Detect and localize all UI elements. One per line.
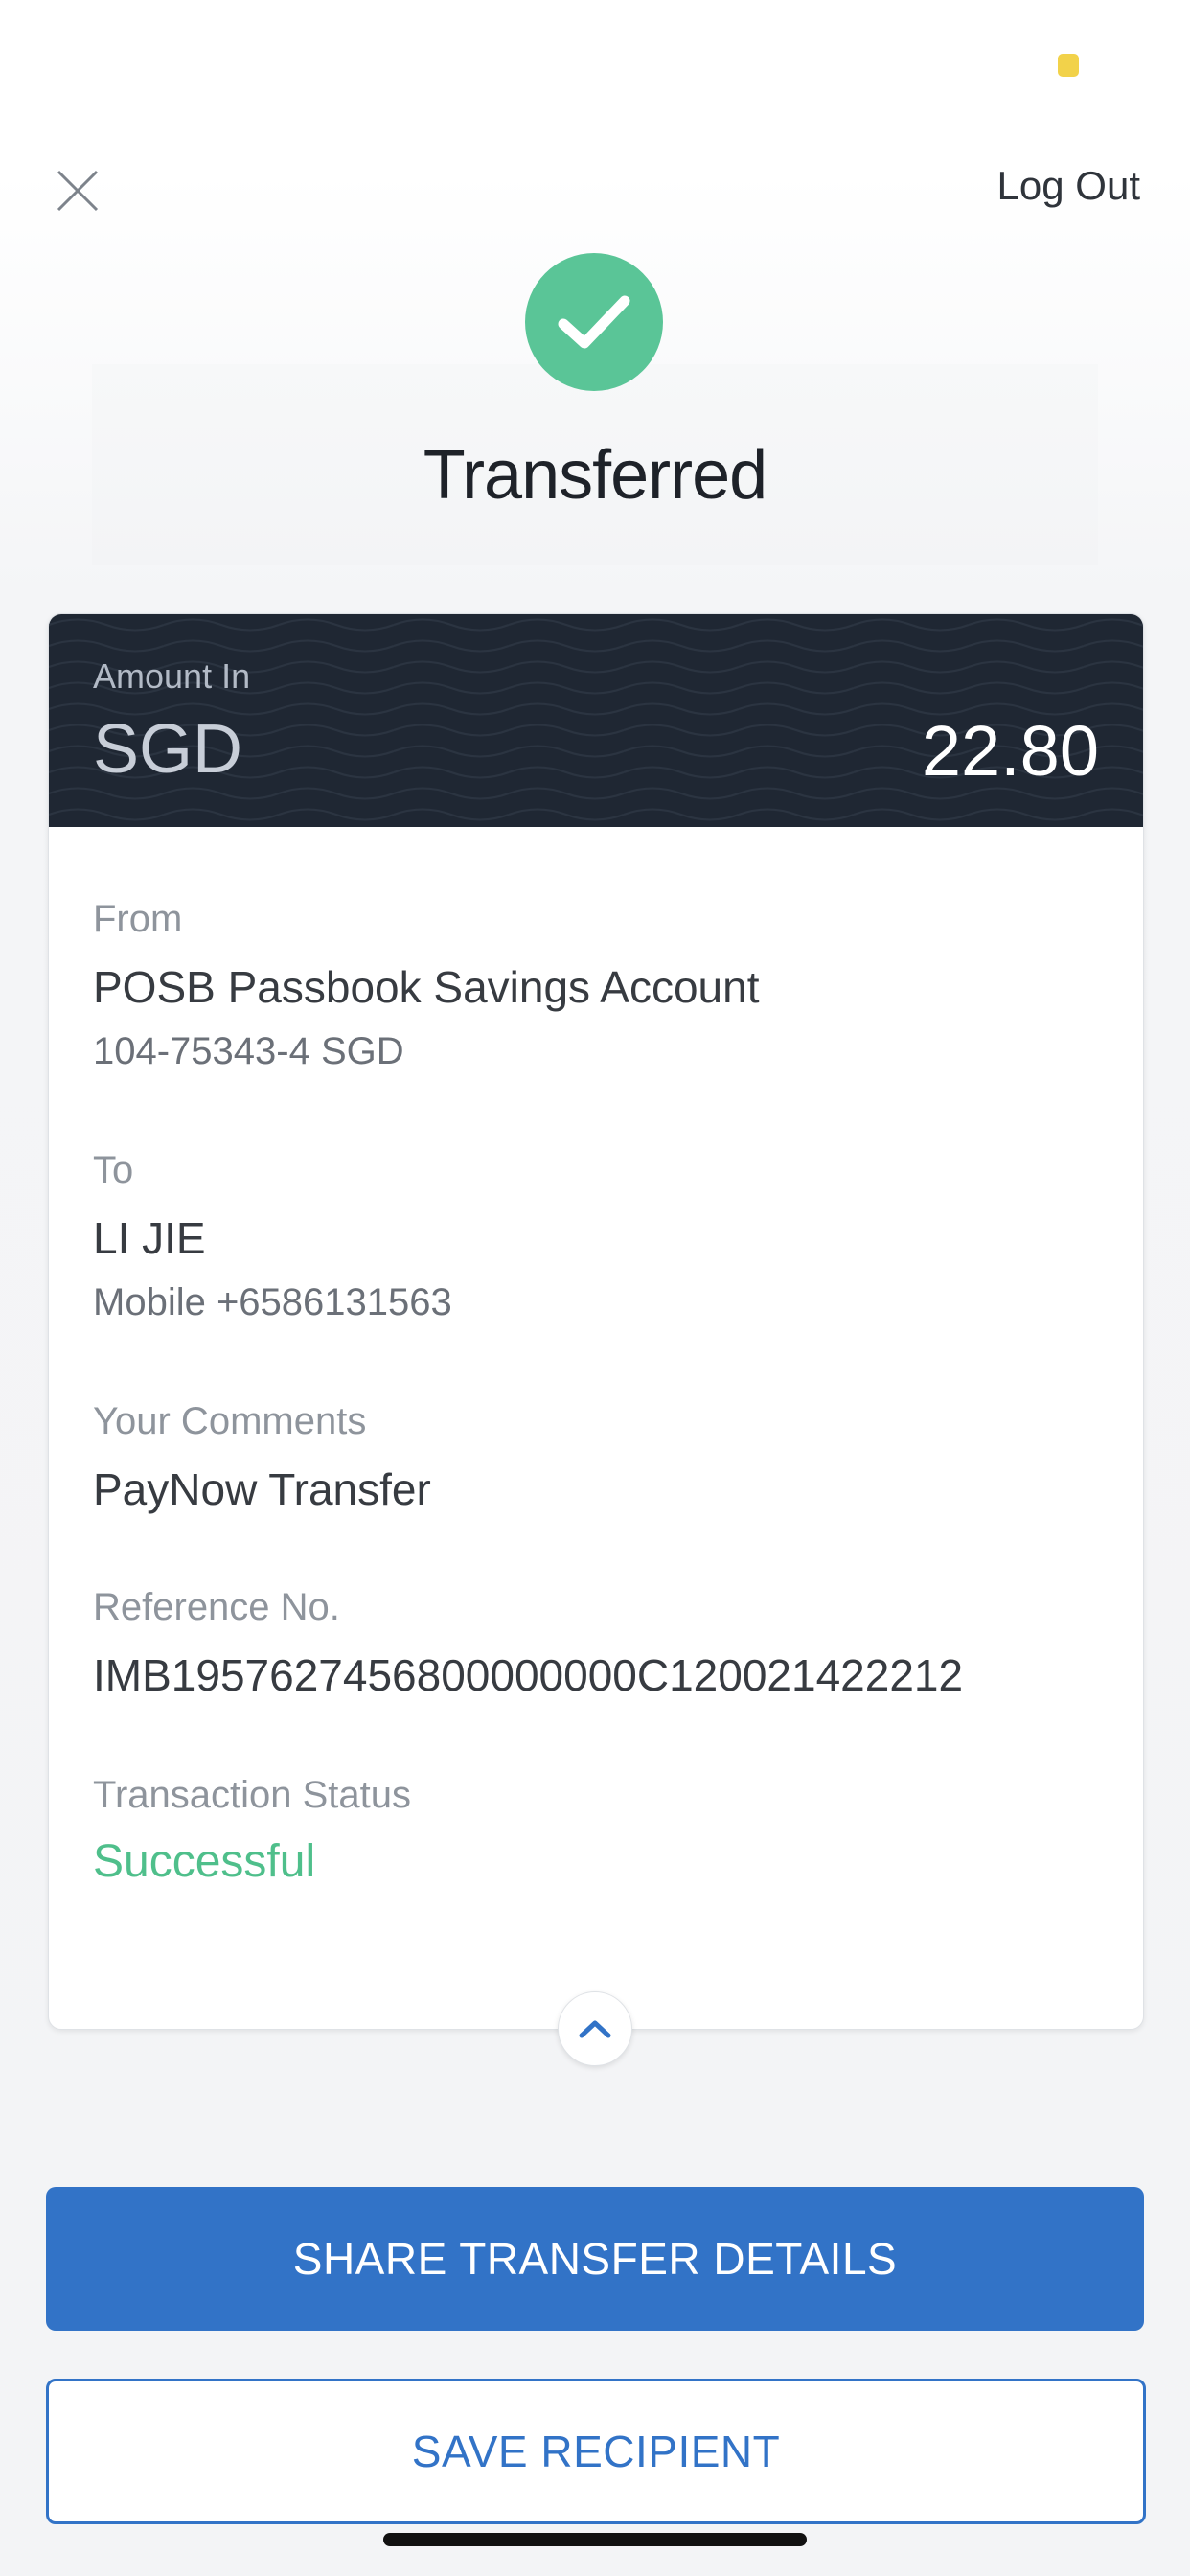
page-title: Transferred	[423, 437, 767, 514]
close-button[interactable]	[52, 165, 103, 217]
from-account-number: 104-75343-4 SGD	[93, 1030, 404, 1072]
logout-link[interactable]: Log Out	[997, 163, 1140, 209]
collapse-details-button[interactable]	[558, 1991, 632, 2066]
close-icon	[57, 170, 99, 212]
reference-label: Reference No.	[93, 1586, 340, 1628]
recipient-mobile: Mobile +6586131563	[93, 1281, 452, 1323]
from-account-name: POSB Passbook Savings Account	[93, 962, 760, 1012]
from-label: From	[93, 898, 183, 940]
amount-value: 22.80	[921, 711, 1099, 791]
checkmark-icon	[558, 295, 630, 349]
recipient-name: LI JIE	[93, 1213, 206, 1263]
currency-code: SGD	[93, 711, 243, 788]
success-badge	[525, 253, 663, 391]
save-recipient-button[interactable]: SAVE RECIPIENT	[46, 2379, 1146, 2524]
chevron-up-icon	[579, 2020, 611, 2038]
comments-label: Your Comments	[93, 1400, 367, 1442]
reference-number: IMB1957627456800000000C120021422212	[93, 1650, 964, 1700]
status-label: Transaction Status	[93, 1774, 412, 1816]
transaction-status: Successful	[93, 1836, 316, 1887]
comments-value: PayNow Transfer	[93, 1464, 431, 1514]
amount-label: Amount In	[93, 656, 251, 696]
status-indicator	[1058, 54, 1079, 77]
to-label: To	[93, 1149, 134, 1191]
amount-header: Amount In SGD 22.80	[49, 614, 1143, 827]
transfer-details-card: Amount In SGD 22.80 From POSB Passbook S…	[48, 613, 1144, 2030]
home-indicator[interactable]	[383, 2533, 807, 2546]
share-transfer-details-button[interactable]: SHARE TRANSFER DETAILS	[46, 2187, 1144, 2331]
